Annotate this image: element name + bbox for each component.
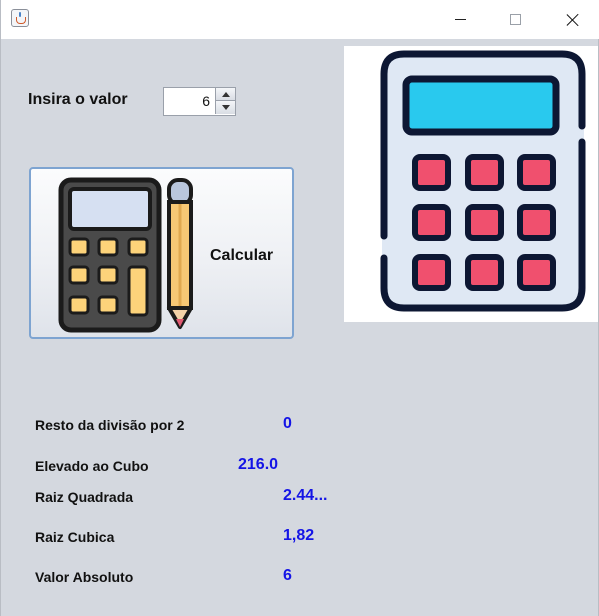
result-value-absolute: 6 xyxy=(283,567,292,584)
result-label-absolute: Valor Absoluto xyxy=(35,569,134,585)
arrow-down-icon xyxy=(221,105,230,110)
spinner-down-button[interactable] xyxy=(215,101,235,114)
result-value-cube: 216.0 xyxy=(238,456,279,473)
result-value-remainder: 0 xyxy=(283,415,292,432)
result-label-cube-root: Raiz Cubica xyxy=(35,529,115,545)
title-bar xyxy=(1,0,599,39)
maximize-button[interactable] xyxy=(492,0,538,39)
minimize-icon xyxy=(454,19,466,20)
value-spinner[interactable]: 6 xyxy=(163,87,236,116)
close-icon xyxy=(566,13,579,26)
spinner-up-button[interactable] xyxy=(215,88,235,101)
java-app-icon xyxy=(11,9,29,27)
result-label-square-root: Raiz Quadrada xyxy=(35,489,134,505)
calculator-picture xyxy=(344,46,598,322)
minimize-button[interactable] xyxy=(437,0,483,39)
app-window: Insira o valor 6 Calcular Resto da divis… xyxy=(0,0,599,616)
result-value-square-root: 2.44... xyxy=(283,487,328,504)
result-value-cube-root: 1,82 xyxy=(283,527,315,544)
result-label-cube: Elevado ao Cubo xyxy=(35,458,149,474)
calculate-button-label: Calcular xyxy=(210,247,274,264)
calculate-button[interactable]: Calcular xyxy=(29,167,294,339)
maximize-icon xyxy=(509,14,521,25)
value-label: Insira o valor xyxy=(28,91,128,108)
calculator-pencil-icon xyxy=(58,177,193,333)
result-label-remainder: Resto da divisão por 2 xyxy=(35,417,185,433)
arrow-up-icon xyxy=(221,91,230,97)
close-button[interactable] xyxy=(549,0,595,39)
calculator-icon xyxy=(380,50,586,312)
value-field[interactable]: 6 xyxy=(166,88,214,115)
